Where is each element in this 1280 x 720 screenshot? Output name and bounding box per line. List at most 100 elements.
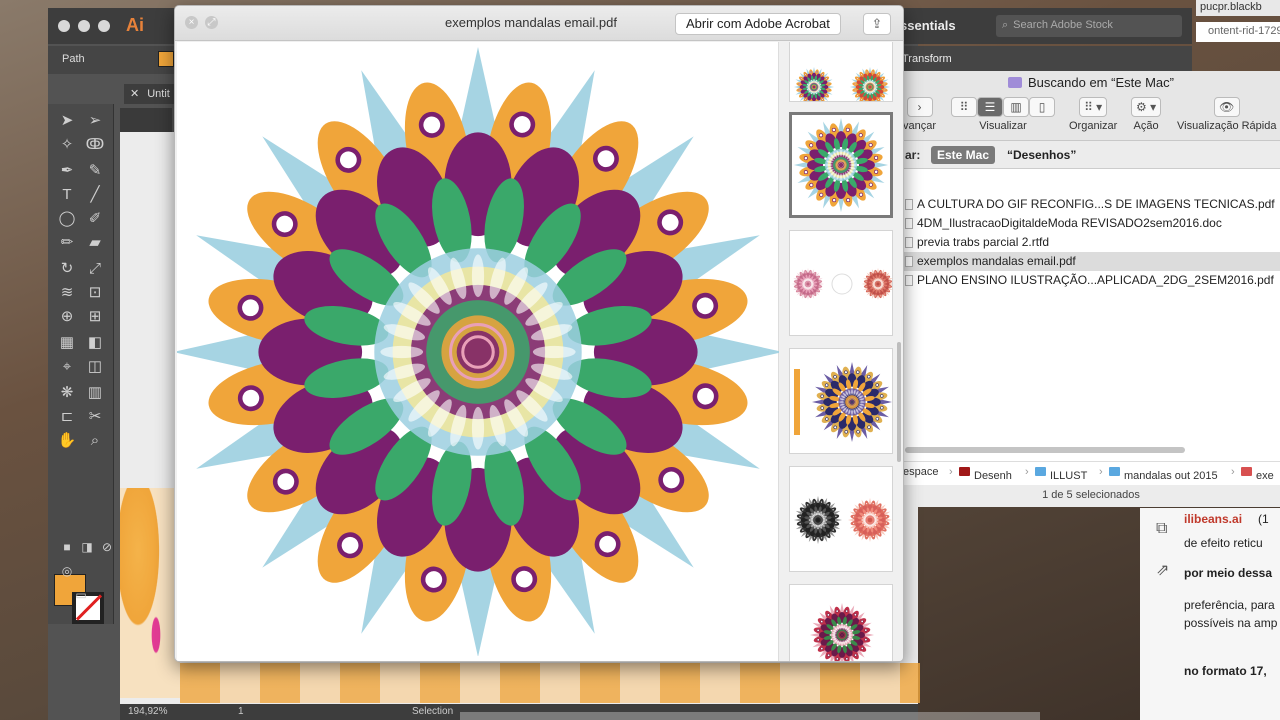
arrange-group: ⠿ ▾ Organizar xyxy=(1069,97,1117,132)
file-row[interactable]: 4DM_IlustracaoDigitaldeModa REVISADO2sem… xyxy=(901,214,1280,233)
nav-label: vançar xyxy=(903,120,937,132)
draw-mode-icon[interactable]: ◎ xyxy=(56,560,78,582)
action-button[interactable]: ⚙ ▾ xyxy=(1131,97,1162,117)
illustrator-header-right: ssentials ⌕ Search Adobe Stock xyxy=(880,8,1192,44)
page-thumbnail[interactable] xyxy=(789,348,893,454)
file-row-selected[interactable]: exemplos mandalas email.pdf xyxy=(901,252,1280,271)
quicklook-title: exemplos mandalas email.pdf xyxy=(445,15,617,30)
stock-search-input[interactable]: ⌕ Search Adobe Stock xyxy=(996,15,1182,37)
page-thumbnail[interactable] xyxy=(789,230,893,336)
action-group: ⚙ ▾ Ação xyxy=(1131,97,1162,132)
duplicate-icon[interactable]: ⧉ xyxy=(1156,520,1167,538)
path-segment[interactable]: mandalas out 2015 xyxy=(1109,466,1218,482)
none-mode-icon[interactable]: ⊘ xyxy=(96,536,118,558)
browser-tab[interactable]: pucpr.blackb xyxy=(1196,0,1280,16)
browser-line: preferência, para xyxy=(1184,598,1275,612)
scale-tool-icon[interactable]: ⤢ xyxy=(84,258,106,280)
magic-wand-icon[interactable]: ✧ xyxy=(56,134,78,156)
eraser-icon[interactable]: ▰ xyxy=(84,232,106,254)
type-tool-icon[interactable]: T xyxy=(56,184,78,206)
current-tool-status: Selection xyxy=(412,706,454,717)
blend-tool-icon[interactable]: ◫ xyxy=(84,356,106,378)
document-tab-label: Untit xyxy=(147,88,170,100)
zoom-button[interactable] xyxy=(98,20,110,32)
column-view-button[interactable]: ▥ xyxy=(1003,97,1029,117)
ellipse-tool-icon[interactable]: ◯ xyxy=(56,208,78,230)
transform-label[interactable]: Transform xyxy=(902,53,952,65)
curvature-tool-icon[interactable]: ✎ xyxy=(84,160,106,182)
scope-folder[interactable]: “Desenhos” xyxy=(1007,148,1076,162)
page-thumbnail[interactable] xyxy=(789,584,893,661)
folder-icon xyxy=(959,467,970,476)
quicklook-button[interactable]: 👁 xyxy=(1213,97,1240,117)
share-icon[interactable]: ⇪ xyxy=(863,13,891,35)
zoom-level[interactable]: 194,92% xyxy=(128,706,167,717)
thumbnail-artwork xyxy=(794,67,890,101)
warp-tool-icon[interactable]: ≋ xyxy=(56,282,78,304)
icon-view-button[interactable]: ⠿ xyxy=(951,97,977,117)
file-row[interactable]: A CULTURA DO GIF RECONFIG...S DE IMAGENS… xyxy=(901,195,1280,214)
zoom-tool-icon[interactable]: ⌕ xyxy=(84,430,106,452)
thumbnail-artwork xyxy=(793,117,889,213)
free-transform-icon[interactable]: ⊡ xyxy=(84,282,106,304)
hand-tool-icon[interactable]: ✋ xyxy=(56,430,78,452)
folder-icon xyxy=(1035,467,1046,476)
transform-bar: Transform xyxy=(880,46,1192,74)
cover-flow-button[interactable]: ▯ xyxy=(1029,97,1055,117)
browser-url[interactable]: ontent-rid-17290 xyxy=(1196,22,1280,42)
document-icon xyxy=(905,256,913,267)
horizontal-scrollbar[interactable] xyxy=(905,447,1185,453)
file-name: PLANO ENSINO ILUSTRAÇÃO...APLICADA_2DG_2… xyxy=(917,273,1274,287)
close-button[interactable] xyxy=(58,20,70,32)
path-segment[interactable]: Desenh xyxy=(959,466,1012,482)
pencil-icon[interactable]: ✏ xyxy=(56,232,78,254)
page-thumbnail-selected[interactable] xyxy=(789,112,893,218)
path-segment[interactable]: exe xyxy=(1241,466,1274,482)
workspace-switcher[interactable]: ssentials xyxy=(900,18,956,33)
chevron-right-icon: › xyxy=(1025,466,1029,478)
path-segment[interactable]: ILLUST xyxy=(1035,466,1087,482)
list-view-button[interactable]: ☰ xyxy=(977,97,1003,117)
line-tool-icon[interactable]: ╱ xyxy=(84,184,106,206)
page-thumbnail[interactable] xyxy=(789,42,893,102)
browser-side-icons: ⧉ ⇗ xyxy=(1152,514,1184,594)
lasso-icon[interactable]: ↂ xyxy=(84,134,106,156)
scope-this-mac[interactable]: Este Mac xyxy=(931,146,996,164)
minimize-button[interactable] xyxy=(78,20,90,32)
mesh-tool-icon[interactable]: ▦ xyxy=(56,332,78,354)
arrange-button[interactable]: ⠿ ▾ xyxy=(1079,97,1108,117)
fill-swatch[interactable] xyxy=(158,51,174,67)
page-thumbnail[interactable] xyxy=(789,466,893,572)
gradient-tool-icon[interactable]: ◧ xyxy=(84,332,106,354)
paintbrush-icon[interactable]: ✐ xyxy=(84,208,106,230)
nav-group: › vançar xyxy=(903,97,936,132)
browser-line[interactable]: ilibeans.ai xyxy=(1184,512,1242,526)
external-link-icon[interactable]: ⇗ xyxy=(1156,560,1169,580)
finder-window: Buscando em “Este Mac” › vançar ⠿ ☰ ▥ ▯ Vis… xyxy=(900,71,1280,507)
path-segment[interactable]: espace xyxy=(903,466,938,478)
selection-tool-icon[interactable]: ➤ xyxy=(56,110,78,132)
open-with-acrobat-button[interactable]: Abrir com Adobe Acrobat xyxy=(675,13,841,35)
browser-line: no formato 17, xyxy=(1184,664,1267,678)
graph-tool-icon[interactable]: ▥ xyxy=(84,382,106,404)
perspective-grid-icon[interactable]: ⊞ xyxy=(84,306,106,328)
slice-tool-icon[interactable]: ✂ xyxy=(84,406,106,428)
thumbnail-scrollbar[interactable] xyxy=(897,342,901,462)
eyedropper-icon[interactable]: ⌖ xyxy=(56,356,78,378)
close-icon[interactable]: × xyxy=(185,16,198,29)
file-row[interactable]: PLANO ENSINO ILUSTRAÇÃO...APLICADA_2DG_2… xyxy=(901,271,1280,290)
fullscreen-icon[interactable]: ⤢ xyxy=(205,16,218,29)
screen-mode-icon[interactable]: ▭ xyxy=(70,584,92,606)
document-icon xyxy=(905,275,913,286)
direct-selection-tool-icon[interactable]: ➢ xyxy=(84,110,106,132)
file-row[interactable]: previa trabs parcial 2.rtfd xyxy=(901,233,1280,252)
pen-tool-icon[interactable]: ✒ xyxy=(56,160,78,182)
symbol-sprayer-icon[interactable]: ❋ xyxy=(56,382,78,404)
forward-button[interactable]: › xyxy=(906,97,933,117)
artboard-tool-icon[interactable]: ⊏ xyxy=(56,406,78,428)
rotate-tool-icon[interactable]: ↻ xyxy=(56,258,78,280)
artboard-number[interactable]: 1 xyxy=(238,706,244,717)
color-mode-icon[interactable]: ■ xyxy=(56,536,78,558)
gradient-mode-icon[interactable]: ◨ xyxy=(76,536,98,558)
shape-builder-icon[interactable]: ⊕ xyxy=(56,306,78,328)
